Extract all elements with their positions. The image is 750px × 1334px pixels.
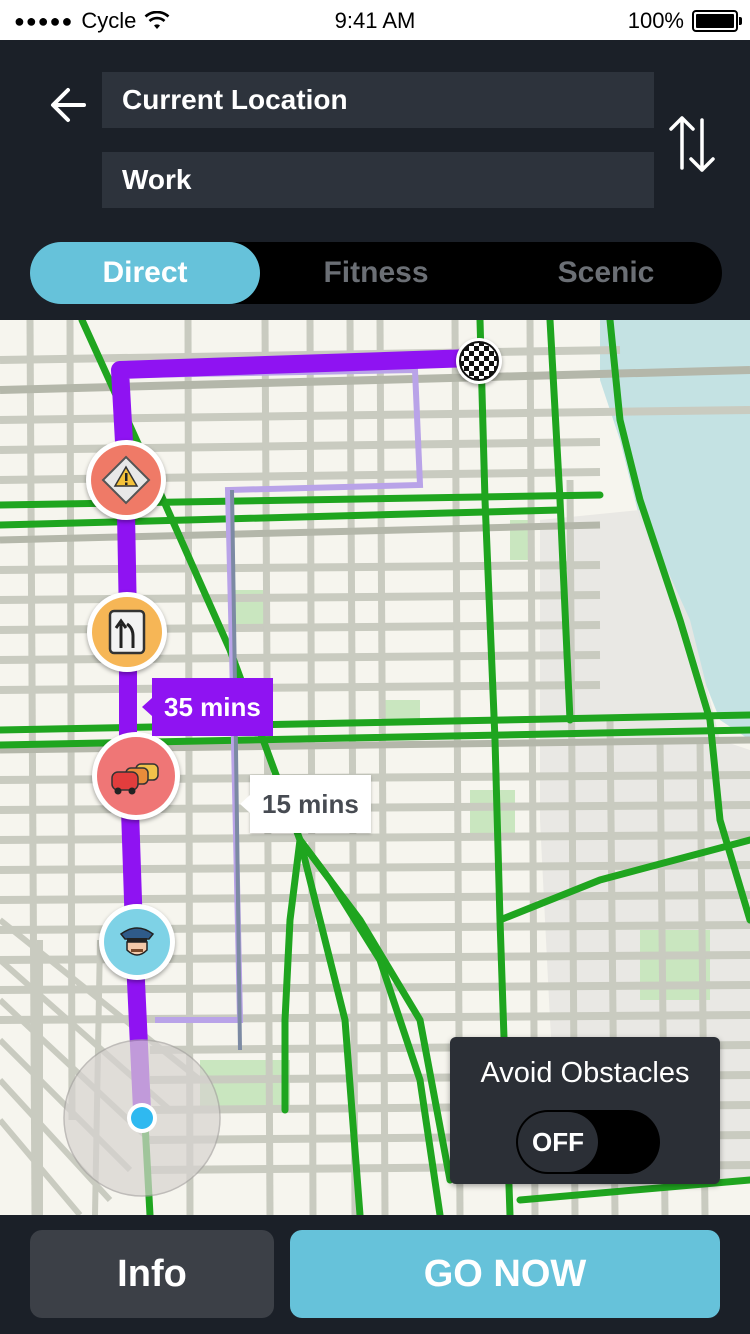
status-right: 100% [627,8,742,34]
status-bar: ●●●●● Cycle 9:41 AM 100% [0,0,750,40]
police-officer-graphic [119,927,155,956]
swap-arrows-icon [669,116,715,172]
back-arrow-icon [51,88,86,122]
lane-merge-icon[interactable] [87,592,167,672]
lane-sign-graphic [108,609,146,655]
route-type-tabs: Direct Fitness Scenic [30,242,722,304]
back-button[interactable] [40,80,96,130]
primary-route-time-label[interactable]: 35 mins [142,678,273,736]
battery-icon [692,10,742,32]
avoid-obstacles-title: Avoid Obstacles [480,1057,690,1089]
hazard-icon[interactable] [86,440,166,520]
battery-percent: 100% [627,8,684,33]
traffic-jam-icon[interactable] [92,732,180,820]
go-now-button[interactable]: GO NOW [290,1230,720,1318]
bottom-action-bar: Info GO NOW [0,1215,750,1334]
route-header: Current Location Work Direct Fitness Sce… [0,40,750,320]
tab-direct[interactable]: Direct [30,242,260,304]
swap-route-button[interactable] [666,112,718,176]
cars-graphic [111,763,159,795]
map-view[interactable]: 35 mins 15 mins Avoid Obstacles OFF [0,320,750,1215]
hazard-warning-graphic [101,455,151,505]
tab-scenic[interactable]: Scenic [491,242,721,304]
alternate-route-time-label[interactable]: 15 mins [240,775,371,833]
info-button[interactable]: Info [30,1230,274,1318]
origin-field[interactable]: Current Location [102,72,654,128]
destination-field[interactable]: Work [102,152,654,208]
avoid-obstacles-toggle[interactable]: OFF [516,1110,660,1174]
police-icon[interactable] [99,904,175,980]
toggle-state-label: OFF [518,1112,598,1172]
avoid-obstacles-panel: Avoid Obstacles OFF [450,1037,720,1184]
destination-flag-icon[interactable] [456,338,502,384]
tab-fitness[interactable]: Fitness [261,242,491,304]
checkered-flag-graphic [459,341,499,381]
